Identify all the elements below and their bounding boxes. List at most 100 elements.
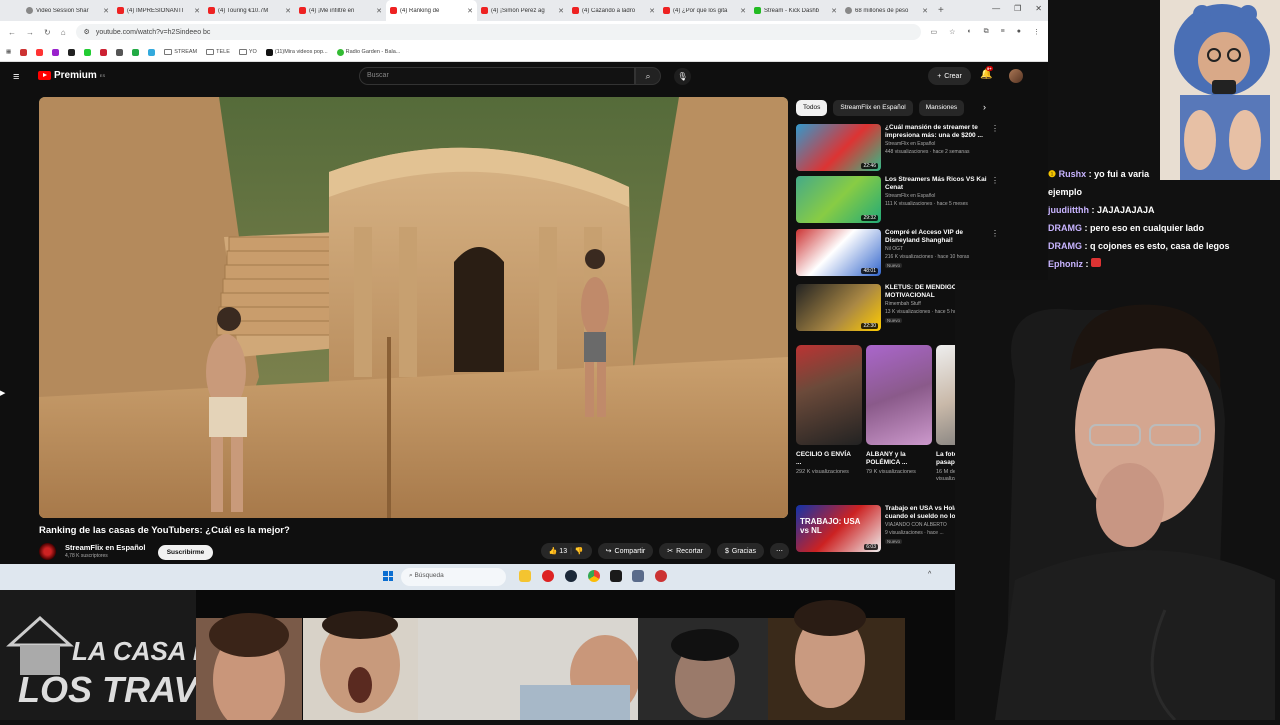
close-window-icon[interactable]: ✕ [1035, 4, 1042, 13]
home-icon[interactable]: ⌂ [61, 28, 66, 37]
short-title[interactable]: ALBANY y la POLÉMICA ... [866, 451, 924, 467]
tray-chevron-icon[interactable]: ^ [928, 571, 931, 578]
profile-icon[interactable]: ● [1017, 28, 1021, 36]
close-icon[interactable]: ✕ [103, 7, 109, 15]
tab-7[interactable]: (4) ¿Por qué los gita ✕ [659, 0, 750, 21]
like-button[interactable]: 👍 13 [549, 547, 567, 555]
bookmark-folder-tele[interactable]: TELE [206, 49, 230, 55]
chevron-right-icon[interactable]: › [983, 102, 986, 112]
video-thumbnail[interactable]: 29:32 [796, 176, 881, 223]
rec-title[interactable]: ¿Cuál mansión de streamer te impresiona … [885, 124, 990, 140]
close-icon[interactable]: ✕ [558, 7, 564, 15]
rec-channel[interactable]: VIAJANDO CON ALBERTO [885, 522, 947, 528]
apps-icon[interactable]: ▦ [6, 49, 11, 55]
close-icon[interactable]: ✕ [922, 7, 928, 15]
search-button[interactable]: ⌕ [635, 67, 661, 85]
close-icon[interactable]: ✕ [649, 7, 655, 15]
dislike-button[interactable]: 👎 [575, 547, 584, 555]
tab-2[interactable]: (4) Touring €10.7M ✕ [204, 0, 295, 21]
video-thumbnail[interactable]: 48:01 [796, 229, 881, 276]
windows-start-icon[interactable] [383, 571, 393, 581]
kebab-menu-icon[interactable]: ⋮ [1033, 28, 1040, 36]
voice-search-button[interactable]: 🎙 [674, 68, 691, 85]
twitch-bookmark-icon[interactable] [52, 48, 60, 56]
pinterest-bookmark-icon[interactable] [100, 48, 108, 56]
thanks-button[interactable]: $ Gracias [716, 543, 764, 559]
tab-9[interactable]: 68 millones de peso ✕ [841, 0, 932, 21]
channel-avatar[interactable] [39, 543, 56, 560]
back-icon[interactable]: ← [8, 28, 16, 37]
bookmark-icon[interactable] [148, 48, 156, 56]
recommendation-item[interactable]: 29:32 Los Streamers Más Ricos VS Kai Cen… [796, 176, 1002, 223]
file-explorer-icon[interactable] [519, 570, 531, 582]
more-actions-button[interactable]: ⋯ [770, 543, 789, 559]
bookmark-radio-garden[interactable]: Radio Garden - Bala... [336, 48, 400, 56]
youtube-bookmark-icon[interactable] [36, 48, 44, 56]
reload-icon[interactable]: ↻ [44, 28, 51, 37]
rec-channel[interactable]: Rimembah Stuff [885, 301, 921, 307]
tab-4[interactable]: (4) Ranking de ✕ [386, 0, 477, 21]
clip-button[interactable]: ✂ Recortar [659, 543, 711, 559]
settings-icon[interactable] [632, 570, 644, 582]
notifications-button[interactable]: 🔔 9+ [980, 66, 993, 80]
audio-icon[interactable]: ◐ [967, 28, 971, 36]
site-info-icon[interactable]: ⚙ [84, 28, 90, 36]
search-input[interactable]: Buscar [359, 67, 635, 85]
kick-bookmark-icon[interactable] [84, 48, 92, 56]
forward-icon[interactable]: → [26, 28, 34, 37]
chip-mansiones[interactable]: Mansiones [918, 100, 965, 116]
bookmark-folder-yo[interactable]: YO [238, 49, 257, 55]
hamburger-menu-icon[interactable]: ≡ [13, 71, 19, 83]
url-field[interactable]: ⚙ youtube.com/watch?v=h2Sindeeo bc [75, 24, 921, 40]
app-icon[interactable] [655, 570, 667, 582]
tab-5[interactable]: (4) ¡Simón Pérez ag ✕ [477, 0, 568, 21]
share-button[interactable]: ↪ Compartir [597, 543, 654, 559]
youtube-logo[interactable]: Premium ES [38, 70, 105, 81]
x-bookmark-icon[interactable] [68, 48, 76, 56]
kebab-menu-icon[interactable]: ⋮ [991, 176, 999, 185]
rec-channel[interactable]: Nil OGT [885, 246, 903, 252]
short-thumbnail[interactable] [796, 345, 862, 445]
recommendation-item[interactable]: 48:01 Compré el Acceso VIP de Disneyland… [796, 229, 1002, 276]
tab-8[interactable]: Stream - Kick Dashb ✕ [750, 0, 841, 21]
video-player[interactable] [39, 97, 788, 518]
rec-title[interactable]: Los Streamers Más Ricos VS Kai Cenat [885, 176, 990, 192]
video-thumbnail[interactable]: 22:30 [796, 284, 881, 331]
media-icon[interactable]: ≡ [1001, 28, 1005, 36]
close-icon[interactable]: ✕ [376, 7, 382, 15]
record-app-icon[interactable] [542, 570, 554, 582]
steam-icon[interactable] [565, 570, 577, 582]
rec-channel[interactable]: StreamFlix en Español [885, 193, 935, 199]
chip-streamflix[interactable]: StreamFlix en Español [833, 100, 913, 116]
new-tab-button[interactable]: + [938, 5, 944, 16]
kebab-menu-icon[interactable]: ⋮ [991, 229, 999, 238]
chrome-icon[interactable] [588, 570, 600, 582]
close-icon[interactable]: ✕ [194, 7, 200, 15]
bookmark-folder-stream[interactable]: STREAM [164, 49, 197, 55]
app-icon[interactable] [610, 570, 622, 582]
close-icon[interactable]: ✕ [467, 7, 473, 15]
account-avatar[interactable] [1009, 69, 1023, 83]
tab-0[interactable]: Video Session Shar ✕ [22, 0, 113, 21]
create-button[interactable]: + Crear [928, 67, 971, 85]
minimize-icon[interactable]: — [992, 4, 1000, 13]
close-icon[interactable]: ✕ [831, 7, 837, 15]
tab-1[interactable]: (4) IMPRESIONANTI ✕ [113, 0, 204, 21]
close-icon[interactable]: ✕ [740, 7, 746, 15]
short-title[interactable]: CECILIO G ENVÍA ... [796, 451, 854, 467]
kebab-menu-icon[interactable]: ⋮ [991, 124, 999, 133]
restore-icon[interactable]: ❐ [1014, 4, 1021, 13]
video-thumbnail[interactable]: TRABAJO: USA vs NL 6:03 [796, 505, 881, 552]
bookmark-icon[interactable] [116, 48, 124, 56]
rec-title[interactable]: Compré el Acceso VIP de Disneyland Shang… [885, 229, 990, 245]
taskbar-search[interactable]: ⌕ Búsqueda [401, 568, 506, 586]
channel-name[interactable]: StreamFlix en Español [65, 543, 145, 552]
video-thumbnail[interactable]: 22:46 [796, 124, 881, 171]
short-thumbnail[interactable] [866, 345, 932, 445]
bookmark-popular[interactable]: (11)Mira videos pop... [265, 48, 328, 56]
cast-icon[interactable]: ▭ [931, 28, 938, 36]
tab-3[interactable]: (4) ¡Me infiltré en ✕ [295, 0, 386, 21]
subscribe-button[interactable]: Suscribirme [158, 545, 213, 560]
tab-6[interactable]: (4) Cazando a ladro ✕ [568, 0, 659, 21]
rec-channel[interactable]: StreamFlix en Español [885, 141, 935, 147]
